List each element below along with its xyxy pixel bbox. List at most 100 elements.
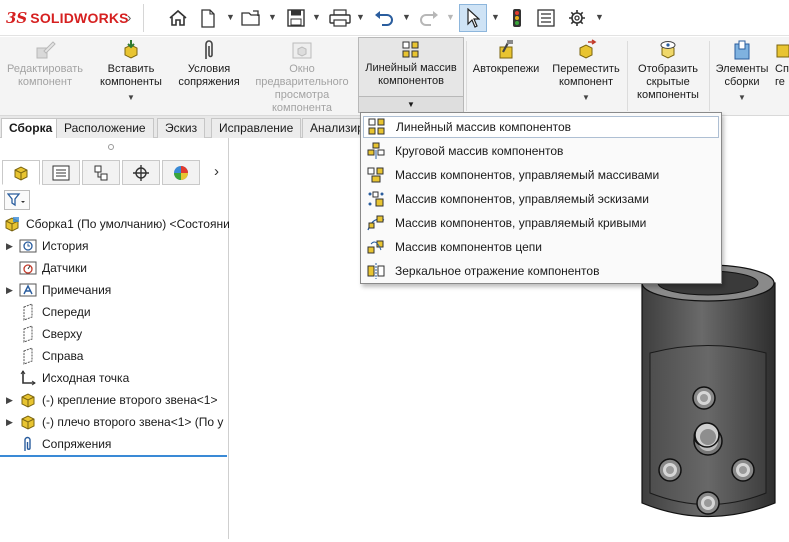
expand-icon[interactable]: ▶: [6, 395, 18, 406]
cylinder-part[interactable]: [641, 264, 776, 518]
plane-icon: [18, 347, 38, 365]
feature-manager-tab[interactable]: [2, 160, 40, 185]
gear-icon[interactable]: [566, 6, 588, 30]
tree-item-part-mount[interactable]: ▶ (-) крепление второго звена<1>: [6, 390, 217, 410]
new-document-icon[interactable]: [198, 6, 218, 30]
tab-sketch[interactable]: Эскиз: [157, 118, 206, 138]
save-icon[interactable]: [285, 6, 307, 30]
edit-component-button[interactable]: Редактировать компонент: [4, 39, 86, 89]
history-icon: [18, 237, 38, 255]
expand-icon[interactable]: ▶: [6, 285, 18, 296]
tab-assembly[interactable]: Сборка: [1, 118, 61, 139]
mate-button[interactable]: Условия сопряжения: [172, 39, 246, 89]
smart-fasteners-label: Автокрепежи: [472, 63, 540, 75]
tree-item-label: Сверху: [42, 327, 83, 341]
menu-item-linear-pattern[interactable]: Линейный массив компонентов: [363, 116, 719, 138]
menu-item-label: Круговой массив компонентов: [395, 144, 564, 158]
open-folder-icon[interactable]: [240, 6, 264, 30]
preview-window-icon: [250, 39, 354, 61]
select-dropdown-icon[interactable]: ▼: [491, 12, 500, 22]
dimxpert-tab[interactable]: [122, 160, 160, 185]
component-preview-button[interactable]: Окно предварительного просмотра компонен…: [250, 39, 354, 115]
logo-menu-arrow-icon[interactable]: ›: [127, 10, 131, 25]
show-hidden-components-button[interactable]: Отобразить скрытые компоненты: [629, 39, 707, 102]
menu-item-mirror-components[interactable]: Зеркальное отражение компонентов: [363, 260, 719, 282]
open-dropdown-icon[interactable]: ▼: [268, 12, 277, 22]
expand-icon[interactable]: ▶: [6, 241, 18, 252]
tree-filter-button[interactable]: [4, 190, 30, 210]
show-hidden-icon: [629, 39, 707, 61]
appearance-pie-icon: [174, 165, 188, 180]
insert-components-button[interactable]: Вставить компоненты ▼: [94, 39, 168, 104]
tree-root-assembly[interactable]: Сборка1 (По умолчанию) <Состояни: [2, 214, 230, 234]
linear-pattern-button[interactable]: Линейный массив компонентов ▼: [358, 37, 464, 113]
configuration-manager-tab[interactable]: [82, 160, 120, 185]
save-dropdown-icon[interactable]: ▼: [312, 12, 321, 22]
assembly-features-label: Элементы сборки: [715, 63, 769, 88]
truncated-label-1: Сп: [775, 63, 789, 75]
redo-icon[interactable]: [418, 6, 440, 30]
tree-item-front-plane[interactable]: Спереди: [6, 302, 91, 322]
menu-item-curve-driven[interactable]: Массив компонентов, управляемый кривыми: [363, 212, 719, 234]
home-icon[interactable]: [166, 6, 190, 30]
tree-item-label: Справа: [42, 349, 84, 363]
print-dropdown-icon[interactable]: ▼: [356, 12, 365, 22]
smart-fasteners-button[interactable]: Автокрепежи: [468, 39, 544, 76]
title-bar: 3S SOLIDWORKS › ▼ ▼ ▼ ▼ ▼ ▼ ▼ ▼: [0, 0, 789, 36]
logo-text: SOLIDWORKS: [30, 10, 129, 26]
assembly-features-button[interactable]: Элементы сборки ▼: [711, 39, 773, 104]
part-icon: [18, 413, 38, 431]
sketch-driven-icon: [365, 189, 387, 209]
display-manager-tab[interactable]: [162, 160, 200, 185]
tree-item-annotations[interactable]: ▶ Примечания: [6, 280, 111, 300]
menu-item-label: Линейный массив компонентов: [396, 120, 572, 134]
feature-manager-panel: › Сборка1 (По умолчанию) <Состояни ▶ Ист…: [0, 138, 230, 539]
properties-icon[interactable]: [535, 6, 557, 30]
tree-item-top-plane[interactable]: Сверху: [6, 324, 82, 344]
settings-dropdown-icon[interactable]: ▼: [595, 12, 604, 22]
property-list-icon: [52, 165, 70, 180]
panel-grip-handle[interactable]: [108, 144, 114, 150]
tree-item-history[interactable]: ▶ История: [6, 236, 89, 256]
tree-item-origin[interactable]: Исходная точка: [6, 368, 129, 388]
tree-item-right-plane[interactable]: Справа: [6, 346, 83, 366]
mates-icon: [18, 435, 38, 453]
undo-dropdown-icon[interactable]: ▼: [402, 12, 411, 22]
insert-components-dropdown-icon[interactable]: ▼: [94, 91, 168, 104]
redo-dropdown-icon[interactable]: ▼: [446, 12, 455, 22]
crosshair-icon: [133, 164, 149, 181]
solidworks-logo[interactable]: 3S SOLIDWORKS: [6, 8, 129, 28]
tree-item-label: (-) крепление второго звена<1>: [42, 393, 218, 407]
menu-item-pattern-driven[interactable]: Массив компонентов, управляемый массивам…: [363, 164, 719, 186]
linear-pattern-dropdown-icon[interactable]: ▼: [359, 96, 463, 112]
undo-icon[interactable]: [373, 6, 395, 30]
expand-icon[interactable]: ▶: [6, 417, 18, 428]
menu-item-chain-pattern[interactable]: Массив компонентов цепи: [363, 236, 719, 258]
move-component-label: Переместить компонент: [552, 63, 620, 88]
tabs-scroll-right-icon[interactable]: ›: [214, 163, 219, 180]
menu-item-sketch-driven[interactable]: Массив компонентов, управляемый эскизами: [363, 188, 719, 210]
menu-item-label: Массив компонентов, управляемый эскизами: [395, 192, 649, 206]
move-component-dropdown-icon[interactable]: ▼: [548, 91, 624, 104]
traffic-light-icon[interactable]: [508, 6, 526, 30]
mate-label: Условия сопряжения: [178, 63, 240, 88]
tab-layout[interactable]: Расположение: [56, 118, 154, 138]
assembly-features-dropdown-icon[interactable]: ▼: [711, 91, 773, 104]
smart-fasteners-icon: [468, 39, 544, 61]
select-cursor-icon[interactable]: [459, 4, 487, 32]
new-dropdown-icon[interactable]: ▼: [226, 12, 235, 22]
truncated-ribbon-button[interactable]: Сп ге: [775, 39, 789, 89]
property-manager-tab[interactable]: [42, 160, 80, 185]
tree-item-part-arm[interactable]: ▶ (-) плечо второго звена<1> (По у: [6, 412, 223, 432]
tab-analysis[interactable]: Анализир: [302, 118, 360, 138]
tree-end-marker[interactable]: [0, 455, 227, 457]
linear-pattern-icon: [359, 38, 463, 60]
move-component-button[interactable]: Переместить компонент ▼: [548, 39, 624, 104]
tree-item-sensors[interactable]: Датчики: [6, 258, 87, 278]
tab-evaluate-fix[interactable]: Исправление: [211, 118, 302, 138]
menu-item-circular-pattern[interactable]: Круговой массив компонентов: [363, 140, 719, 162]
tree-item-mates[interactable]: Сопряжения: [6, 434, 111, 454]
print-icon[interactable]: [328, 6, 352, 30]
move-component-icon: [548, 39, 624, 61]
pattern-driven-icon: [365, 165, 387, 185]
